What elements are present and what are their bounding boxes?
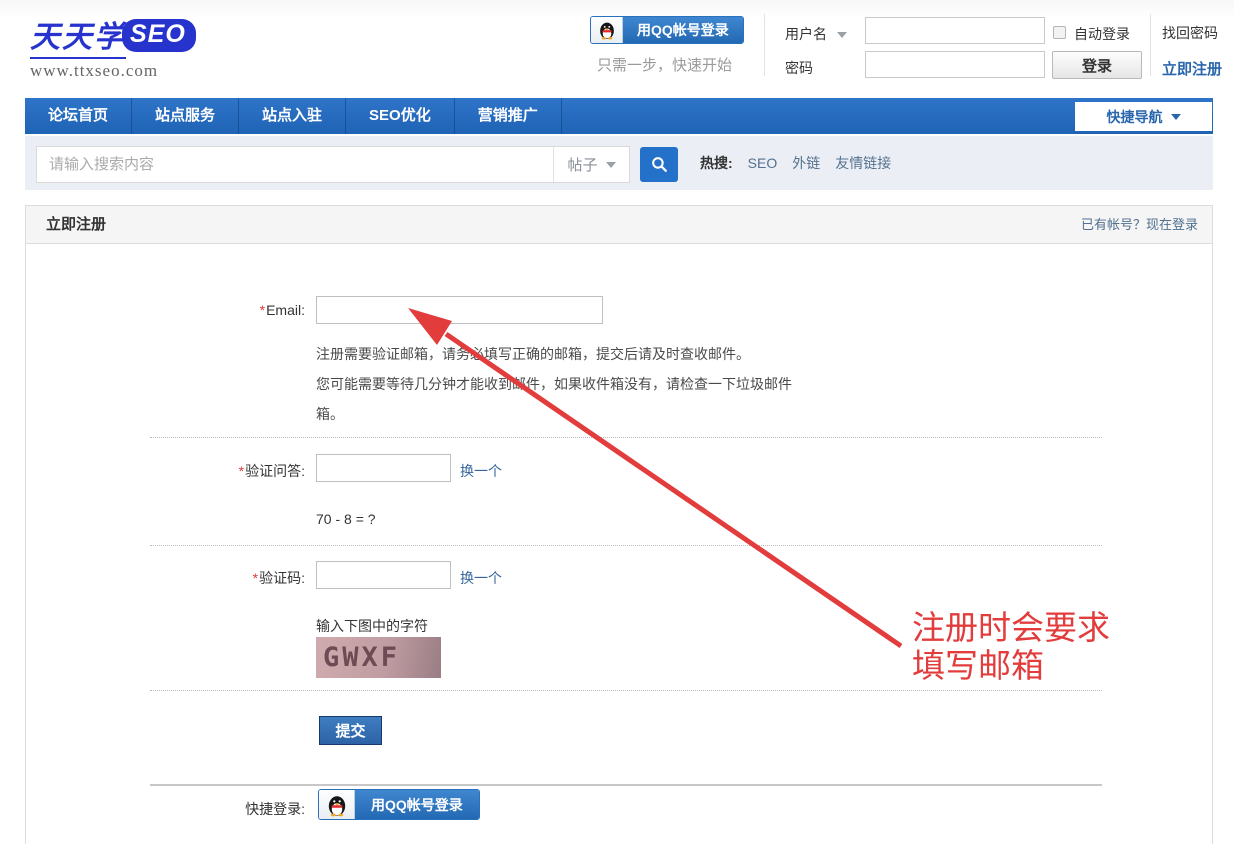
- main-nav: 论坛首页 站点服务 站点入驻 SEO优化 营销推广: [25, 98, 1213, 134]
- change-question-link[interactable]: 换一个: [460, 461, 502, 481]
- nav-item-site-join[interactable]: 站点入驻: [239, 98, 346, 134]
- logo-url: www.ttxseo.com: [30, 61, 196, 81]
- security-question-text: 70 - 8 = ?: [316, 511, 376, 527]
- hot-link-friend-links[interactable]: 友情链接: [835, 153, 891, 173]
- separator: [150, 437, 1102, 438]
- password-label: 密码: [785, 58, 813, 78]
- logo-text: 天天学: [30, 12, 126, 59]
- qq-tagline: 只需一步，快速开始: [597, 54, 732, 75]
- search-scope-dropdown[interactable]: 帖子: [553, 147, 629, 182]
- search-strip: 帖子 热搜: SEO 外链 友情链接: [25, 136, 1213, 190]
- username-input[interactable]: [865, 17, 1045, 44]
- email-help-line: 您可能需要等待几分钟才能收到邮件，如果收件箱没有，请检查一下垃圾邮件: [316, 374, 792, 394]
- login-button[interactable]: 登录: [1052, 51, 1142, 79]
- chevron-down-icon: [837, 32, 847, 38]
- logo-seo-badge: SEO: [122, 19, 196, 52]
- find-password-link[interactable]: 找回密码: [1162, 23, 1218, 43]
- security-answer-input[interactable]: [316, 454, 451, 482]
- page: 天天学 SEO www.ttxseo.com 用QQ帐号登录 只需一步，快速开始: [0, 0, 1234, 844]
- panel-header: 立即注册 已有帐号？现在登录: [26, 206, 1212, 244]
- captcha-image[interactable]: GWXF: [316, 637, 441, 678]
- nav-item-marketing[interactable]: 营销推广: [455, 98, 562, 134]
- quick-nav-button[interactable]: 快捷导航: [1075, 102, 1212, 131]
- change-captcha-link[interactable]: 换一个: [460, 568, 502, 588]
- nav-item-forum-home[interactable]: 论坛首页: [25, 98, 132, 134]
- auto-login-label: 自动登录: [1074, 24, 1130, 44]
- nav-item-seo[interactable]: SEO优化: [346, 98, 455, 134]
- password-input[interactable]: [865, 51, 1045, 78]
- nav-item-site-services[interactable]: 站点服务: [132, 98, 239, 134]
- search-button[interactable]: [640, 147, 678, 182]
- qq-quick-login-button[interactable]: 用QQ帐号登录: [318, 789, 480, 820]
- qq-login-button[interactable]: 用QQ帐号登录: [590, 16, 744, 44]
- hot-link-seo[interactable]: SEO: [748, 155, 778, 171]
- annotation-text: 注册时会要求 填写邮箱: [912, 610, 1172, 682]
- username-label[interactable]: 用户名: [785, 24, 847, 44]
- security-question-label: *验证问答:: [150, 461, 305, 481]
- separator: [150, 784, 1102, 786]
- email-input[interactable]: [316, 296, 603, 324]
- auto-login-checkbox[interactable]: [1053, 26, 1066, 39]
- qq-penguin-icon: [591, 17, 623, 43]
- have-account-login-link[interactable]: 已有帐号？现在登录: [1081, 206, 1198, 244]
- email-help-line: 注册需要验证邮箱，请务必填写正确的邮箱，提交后请及时查收邮件。: [316, 344, 750, 364]
- qq-penguin-icon: [319, 790, 355, 819]
- header-divider: [764, 14, 765, 76]
- captcha-hint: 输入下图中的字符: [316, 616, 428, 636]
- captcha-input[interactable]: [316, 561, 451, 589]
- header-divider: [1150, 14, 1151, 76]
- search-input[interactable]: [37, 147, 553, 182]
- quick-login-label: 快捷登录:: [150, 799, 305, 819]
- register-panel: 立即注册 已有帐号？现在登录: [25, 205, 1213, 844]
- page-title: 立即注册: [46, 206, 106, 244]
- submit-button[interactable]: 提交: [319, 716, 382, 745]
- captcha-text: GWXF: [316, 642, 400, 673]
- register-now-link[interactable]: 立即注册: [1162, 58, 1222, 79]
- hot-search: 热搜: SEO 外链 友情链接: [700, 153, 891, 173]
- hot-link-backlinks[interactable]: 外链: [792, 153, 820, 173]
- separator: [150, 690, 1102, 691]
- qq-login-label: 用QQ帐号登录: [623, 17, 743, 43]
- hot-search-label: 热搜:: [700, 153, 733, 173]
- site-logo[interactable]: 天天学 SEO www.ttxseo.com: [30, 12, 196, 81]
- chevron-down-icon: [606, 162, 616, 168]
- search-box: 帖子: [36, 146, 630, 183]
- search-icon: [650, 155, 669, 174]
- qq-login-label: 用QQ帐号登录: [355, 790, 479, 819]
- captcha-label: *验证码:: [150, 568, 305, 588]
- email-label: *Email:: [150, 302, 305, 318]
- separator: [150, 545, 1102, 546]
- site-header: 天天学 SEO www.ttxseo.com 用QQ帐号登录 只需一步，快速开始: [0, 0, 1234, 92]
- email-help-line: 箱。: [316, 404, 344, 424]
- chevron-down-icon: [1171, 114, 1181, 120]
